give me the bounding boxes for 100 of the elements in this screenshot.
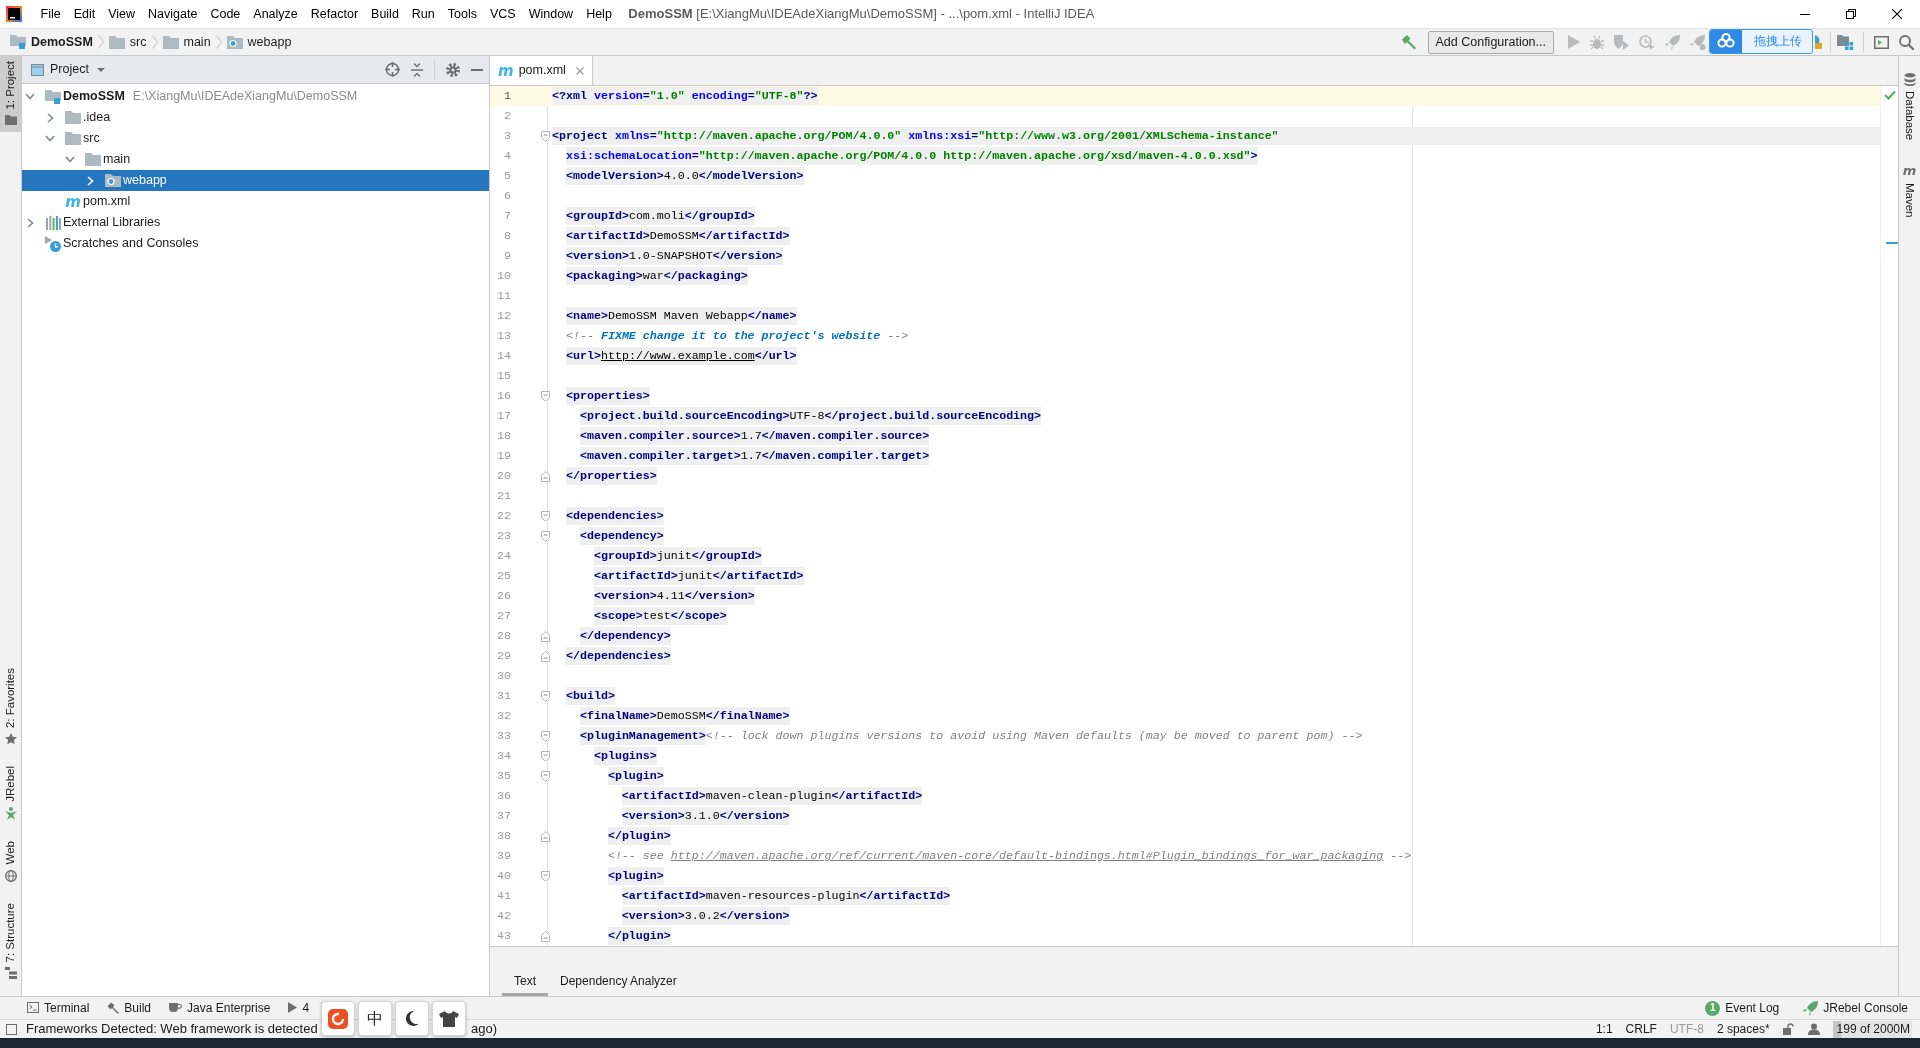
fold-icon[interactable] (540, 130, 550, 142)
tool-window-button[interactable]: 4 (288, 1000, 310, 1016)
fold-icon[interactable] (540, 770, 550, 782)
editor-tab[interactable]: m pom.xml (490, 56, 593, 85)
code-line: <version>3.1.0</version> (621, 807, 790, 825)
fold-icon[interactable] (540, 650, 550, 662)
tool-window-button[interactable]: JRebel Console (1803, 1000, 1908, 1016)
menu-item[interactable]: Build (364, 3, 406, 25)
menu-item[interactable]: Refactor (304, 3, 365, 25)
chevron-down-icon[interactable] (25, 93, 35, 100)
breadcrumb-item[interactable]: main (159, 31, 214, 53)
menu-item[interactable]: Edit (67, 3, 102, 25)
minimize-icon[interactable] (1800, 13, 1810, 15)
line-number: 16 (497, 389, 511, 402)
fold-icon[interactable] (540, 730, 550, 742)
line-number: 32 (497, 709, 511, 722)
crosshair-icon[interactable] (385, 62, 400, 77)
chevron-down-icon[interactable] (65, 156, 75, 163)
code-line: <groupId>junit</groupId> (593, 547, 762, 565)
window-icon[interactable] (1874, 35, 1889, 49)
close-icon[interactable] (1892, 9, 1902, 19)
moon-icon (405, 1011, 419, 1026)
tool-window-tab[interactable]: 2: Favorites (0, 663, 21, 753)
search-icon[interactable] (1899, 34, 1914, 50)
tool-window-tab[interactable]: m Maven (1899, 159, 1920, 225)
lock-icon[interactable] (1782, 1023, 1795, 1035)
tool-window-tab[interactable]: 1: Project (0, 56, 21, 132)
chevron-right-icon[interactable] (46, 112, 54, 123)
fold-icon[interactable] (540, 930, 550, 942)
tree-item[interactable]: main (22, 149, 489, 170)
menu-item[interactable]: Tools (441, 3, 484, 25)
fold-icon[interactable] (540, 390, 550, 402)
fold-icon[interactable] (540, 470, 550, 482)
hammer-icon[interactable] (1400, 34, 1417, 50)
fold-icon[interactable] (540, 510, 550, 522)
menu-item[interactable]: File (34, 3, 68, 25)
project-structure-icon[interactable] (1837, 34, 1853, 50)
menu-item[interactable]: Window (522, 3, 580, 25)
run-configuration-button[interactable]: Add Configuration... (1427, 30, 1554, 54)
status-widget[interactable]: 2 spaces* (1716, 1021, 1770, 1037)
person-icon[interactable] (1807, 1023, 1820, 1035)
line-number: 31 (497, 689, 511, 702)
line-number: 7 (504, 209, 511, 222)
fold-icon[interactable] (540, 830, 550, 842)
chevron-icon (215, 35, 222, 49)
status-widget[interactable]: CRLF (1625, 1021, 1657, 1037)
tree-item[interactable]: External Libraries (22, 212, 489, 233)
url-link[interactable]: http://www.example.com (600, 347, 755, 365)
fold-icon[interactable] (540, 750, 550, 762)
url-link[interactable]: http://maven.apache.org/ref/current/maven-core/default-bindings.html#Plugin_bindings_for_war_packaging (670, 849, 1384, 863)
menu-item[interactable]: Analyze (246, 3, 305, 25)
tree-item[interactable]: Scratches and Consoles (22, 233, 489, 254)
tool-window-button[interactable]: Build (107, 1000, 152, 1016)
ime-mode-button[interactable]: 中 (358, 1001, 392, 1036)
tool-window-tab[interactable]: 7: Structure (0, 897, 21, 986)
breadcrumb-item[interactable]: webapp (223, 31, 295, 53)
logo-icon (328, 1008, 348, 1029)
line-number: 37 (497, 809, 511, 822)
line-number: 28 (497, 629, 511, 642)
line-number: 18 (497, 429, 511, 442)
chevron-right-icon[interactable] (26, 217, 34, 228)
breadcrumb-item[interactable]: DemoSSM (7, 31, 96, 53)
tree-item[interactable]: DemoSSM E:\XiangMu\IDEAdeXiangMu\DemoSSM (22, 86, 489, 107)
fold-icon[interactable] (540, 870, 550, 882)
terminal-icon (27, 1002, 39, 1014)
menu-item[interactable]: Run (405, 3, 442, 25)
tool-window-tab[interactable]: JRebel (0, 761, 21, 828)
chevron-down-icon[interactable] (45, 135, 55, 142)
restore-icon[interactable] (1846, 9, 1856, 19)
fold-icon[interactable] (540, 690, 550, 702)
menu-item[interactable]: Code (203, 3, 247, 25)
ime-button[interactable] (432, 1001, 466, 1036)
menu-item[interactable]: VCS (483, 3, 523, 25)
tree-item[interactable]: m pom.xml (22, 191, 489, 212)
check-icon[interactable] (1883, 90, 1896, 100)
collapse-icon[interactable] (411, 62, 423, 77)
tool-window-button[interactable]: Terminal (27, 1000, 90, 1016)
breadcrumb-item[interactable]: src (105, 31, 150, 53)
tool-window-tab[interactable]: Database (1899, 68, 1920, 148)
line-number: 25 (497, 569, 511, 582)
view-tab[interactable]: Dependency Analyzer (548, 970, 689, 996)
disc-icon[interactable] (1815, 35, 1824, 49)
panel-icon[interactable] (6, 1023, 17, 1035)
menu-item[interactable]: Navigate (141, 3, 204, 25)
tool-window-tab[interactable]: Web (0, 836, 21, 889)
ime-button[interactable] (395, 1001, 429, 1036)
menu-item[interactable]: Help (579, 3, 619, 25)
memory-indicator[interactable]: 199 of 2000M (1832, 1020, 1912, 1038)
menu-item[interactable]: View (101, 3, 142, 25)
view-dropdown[interactable]: Project (50, 62, 105, 77)
tree-item[interactable]: webapp (22, 170, 489, 191)
module-icon (45, 89, 61, 104)
fold-icon[interactable] (540, 530, 550, 542)
tool-window-button[interactable]: Java Enterprise (169, 1000, 271, 1016)
settings-icon[interactable] (446, 62, 460, 77)
tree-item[interactable]: src (22, 128, 489, 149)
fold-icon[interactable] (540, 630, 550, 642)
tree-item[interactable]: .idea (22, 107, 489, 128)
tool-window-button[interactable]: 1 Event Log (1705, 1000, 1780, 1016)
status-widget[interactable]: 1:1 (1595, 1021, 1613, 1037)
